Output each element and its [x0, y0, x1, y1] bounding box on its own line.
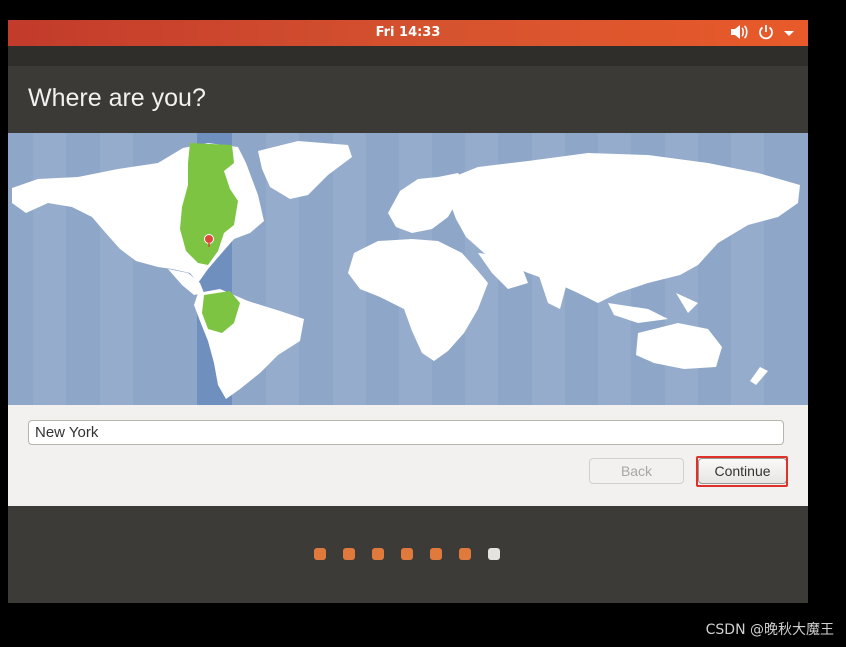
power-icon[interactable]: [758, 24, 774, 40]
progress-dot: [372, 548, 384, 560]
timezone-map[interactable]: [8, 133, 808, 405]
volume-icon[interactable]: [730, 24, 748, 40]
continue-highlight-box: [696, 456, 788, 487]
progress-dot: [343, 548, 355, 560]
progress-dot: [401, 548, 413, 560]
progress-footer: [8, 506, 808, 603]
watermark: CSDN @晚秋大魔王: [705, 622, 834, 638]
location-input[interactable]: New York: [28, 420, 784, 445]
installer-screen: Fri 14:33 Where are you? New York Back C…: [8, 20, 808, 603]
menu-caret-icon[interactable]: [784, 27, 794, 37]
progress-dots: [314, 548, 500, 560]
progress-dot-current: [488, 548, 500, 560]
page-header: Where are you?: [8, 66, 808, 133]
world-map[interactable]: [8, 133, 808, 405]
clock[interactable]: Fri 14:33: [8, 25, 808, 40]
location-form: New York Back Continue: [8, 405, 808, 506]
progress-dot: [314, 548, 326, 560]
australia: [636, 323, 722, 369]
page-title: Where are you?: [28, 84, 206, 112]
progress-dot: [459, 548, 471, 560]
progress-dot: [430, 548, 442, 560]
system-tray[interactable]: [730, 24, 794, 40]
back-button[interactable]: Back: [589, 458, 684, 484]
top-bar: Fri 14:33: [8, 20, 808, 46]
window-gap: [8, 46, 808, 66]
